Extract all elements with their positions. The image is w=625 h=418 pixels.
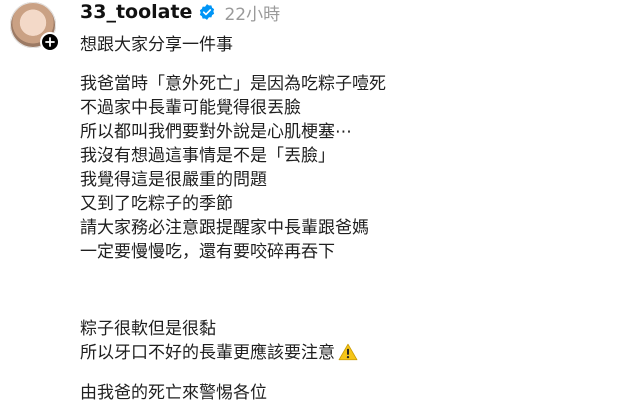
follow-plus-button[interactable] [40, 32, 60, 52]
post-line: 由我爸的死亡來警惕各位 [80, 383, 267, 403]
post-paragraph-2: 粽子很軟但是很黏 所以牙口不好的長輩更應該要注意 [80, 317, 358, 365]
verified-badge-icon [200, 4, 215, 20]
plus-icon [45, 37, 55, 47]
post-line: 不過家中長輩可能覺得很丟臉 [80, 98, 301, 118]
post-header: 33_toolate 22小時 [80, 0, 280, 25]
post-line: 所以都叫我們要對外說是心肌梗塞⋯ [80, 122, 352, 142]
post-line: 我覺得這是很嚴重的問題 [80, 170, 267, 190]
post-line: 我爸當時「意外死亡」是因為吃粽子噎死 [80, 74, 386, 94]
post-line-with-warning: 所以牙口不好的長輩更應該要注意 [80, 341, 358, 365]
post-paragraph-1: 我爸當時「意外死亡」是因為吃粽子噎死 不過家中長輩可能覺得很丟臉 所以都叫我們要… [80, 72, 386, 264]
avatar-container[interactable] [10, 2, 60, 52]
post-intro: 想跟大家分享一件事 [80, 35, 233, 55]
post-line: 一定要慢慢吃，還有要咬碎再吞下 [80, 242, 335, 262]
post-line-text: 所以牙口不好的長輩更應該要注意 [80, 343, 335, 363]
post-line: 粽子很軟但是很黏 [80, 319, 216, 339]
post-line: 請大家務必注意跟提醒家中長輩跟爸媽 [80, 218, 369, 238]
post-timestamp[interactable]: 22小時 [224, 0, 280, 25]
post-line: 我沒有想過這事情是不是「丟臉」 [80, 146, 335, 166]
post-line: 又到了吃粽子的季節 [80, 194, 233, 214]
post-paragraph-3: 由我爸的死亡來警惕各位 [80, 381, 267, 405]
username-link[interactable]: 33_toolate [80, 1, 192, 23]
warning-icon [338, 343, 358, 361]
